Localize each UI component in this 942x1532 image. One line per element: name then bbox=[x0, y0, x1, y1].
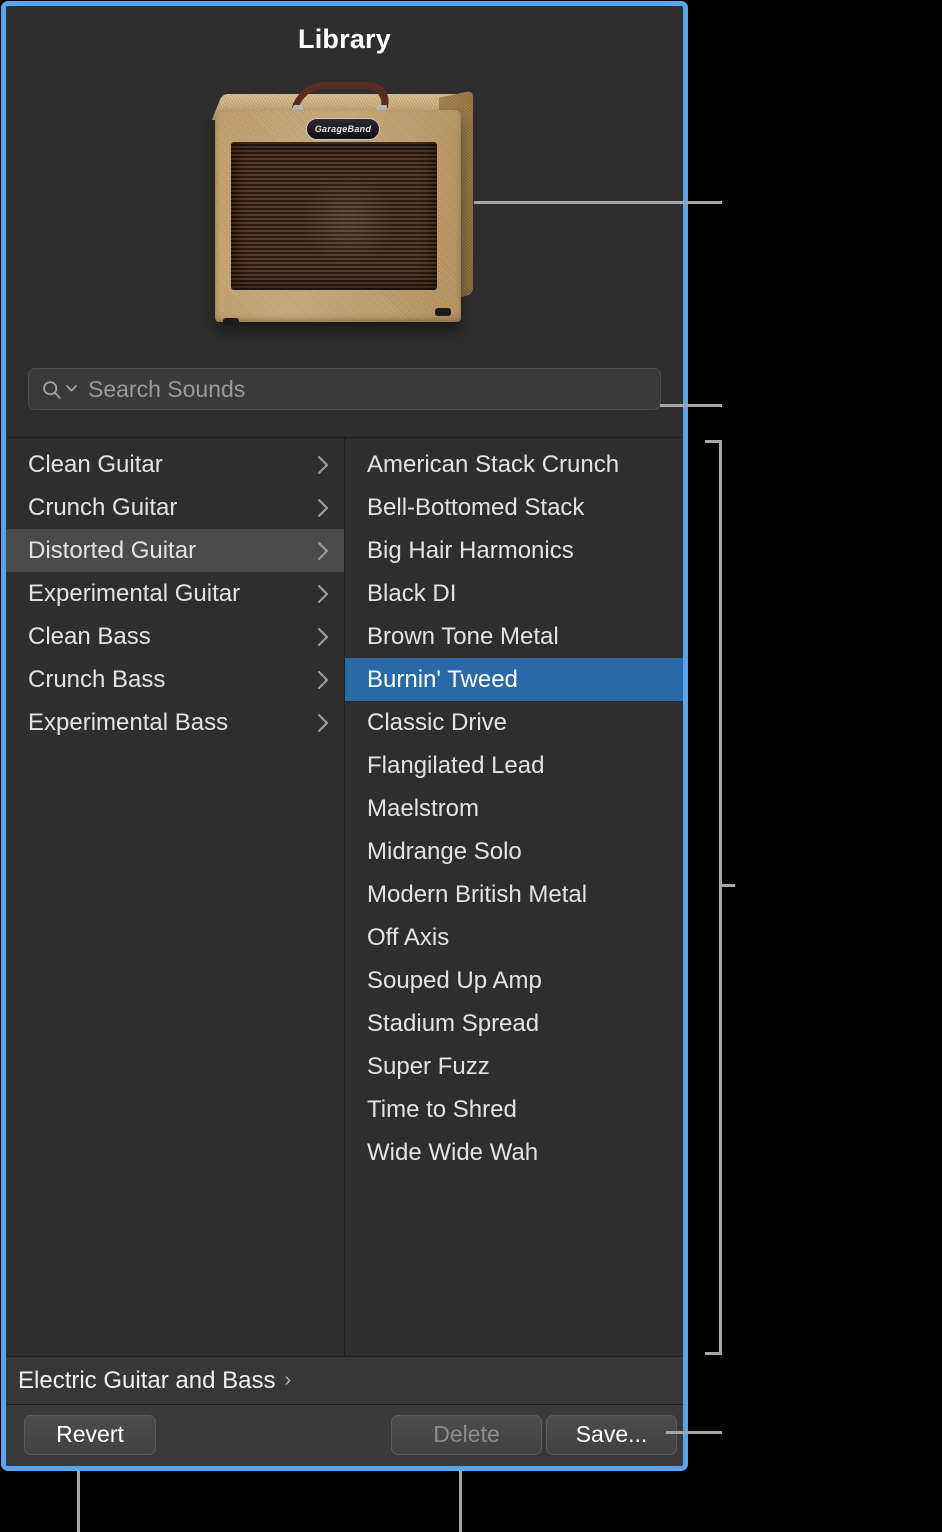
preset-row-label: Burnin' Tweed bbox=[367, 666, 671, 694]
preset-row-label: Off Axis bbox=[367, 924, 671, 952]
leader-bracket-browser bbox=[705, 440, 722, 1355]
preset-row[interactable]: Modern British Metal bbox=[345, 873, 683, 916]
category-row-label: Experimental Guitar bbox=[28, 580, 314, 608]
breadcrumb[interactable]: Electric Guitar and Bass › bbox=[6, 1356, 683, 1404]
preset-row-label: Souped Up Amp bbox=[367, 967, 671, 995]
preset-row-label: Flangilated Lead bbox=[367, 752, 671, 780]
chevron-right-icon bbox=[314, 624, 332, 650]
preset-row[interactable]: Wide Wide Wah bbox=[345, 1131, 683, 1174]
preset-row[interactable]: Brown Tone Metal bbox=[345, 615, 683, 658]
preset-row[interactable]: Souped Up Amp bbox=[345, 959, 683, 1002]
chevron-right-icon: › bbox=[284, 1369, 291, 1392]
revert-button[interactable]: Revert bbox=[24, 1415, 156, 1455]
preset-row-label: Stadium Spread bbox=[367, 1010, 671, 1038]
leader-line-search bbox=[660, 404, 722, 407]
preset-row-label: Modern British Metal bbox=[367, 881, 671, 909]
category-row-label: Experimental Bass bbox=[28, 709, 314, 737]
delete-button: Delete bbox=[391, 1415, 542, 1455]
breadcrumb-label: Electric Guitar and Bass bbox=[18, 1367, 275, 1395]
sound-browser: Clean Guitar Crunch Guitar Distorted Guita… bbox=[6, 437, 683, 1356]
library-panel: Library GarageBand bbox=[1, 1, 688, 1471]
chevron-right-icon bbox=[314, 710, 332, 736]
category-row[interactable]: Clean Guitar bbox=[6, 443, 344, 486]
category-row[interactable]: Crunch Guitar bbox=[6, 486, 344, 529]
category-row-label: Clean Bass bbox=[28, 623, 314, 651]
preset-row-label: Classic Drive bbox=[367, 709, 671, 737]
preset-column[interactable]: American Stack Crunch Bell-Bottomed Stack… bbox=[345, 438, 683, 1356]
category-row-label: Distorted Guitar bbox=[28, 537, 314, 565]
preset-row-label: Bell-Bottomed Stack bbox=[367, 494, 671, 522]
search-row bbox=[6, 368, 683, 410]
preset-row-label: Midrange Solo bbox=[367, 838, 671, 866]
preset-row[interactable]: American Stack Crunch bbox=[345, 443, 683, 486]
leader-line-revert bbox=[77, 1470, 80, 1532]
preset-row-label: Time to Shred bbox=[367, 1096, 671, 1124]
chevron-down-icon bbox=[65, 380, 78, 398]
category-row[interactable]: Distorted Guitar bbox=[6, 529, 344, 572]
preset-row-label: Black DI bbox=[367, 580, 671, 608]
category-row-label: Crunch Bass bbox=[28, 666, 314, 694]
save-button[interactable]: Save... bbox=[546, 1415, 677, 1455]
preset-row-label: American Stack Crunch bbox=[367, 451, 671, 479]
category-row[interactable]: Clean Bass bbox=[6, 615, 344, 658]
preset-row[interactable]: Time to Shred bbox=[345, 1088, 683, 1131]
preset-row-label: Super Fuzz bbox=[367, 1053, 671, 1081]
amp-foot bbox=[223, 318, 239, 326]
search-icon-group[interactable] bbox=[41, 379, 78, 400]
preset-row-label: Brown Tone Metal bbox=[367, 623, 671, 651]
screenshot-root: Library GarageBand bbox=[0, 0, 942, 1532]
page-title: Library bbox=[6, 6, 683, 68]
chevron-right-icon bbox=[314, 581, 332, 607]
amp-artwork-area: GarageBand bbox=[6, 68, 683, 368]
category-column[interactable]: Clean Guitar Crunch Guitar Distorted Guita… bbox=[6, 438, 345, 1356]
preset-row[interactable]: Flangilated Lead bbox=[345, 744, 683, 787]
search-field[interactable] bbox=[28, 368, 661, 410]
tweed-combo-amplifier-image: GarageBand bbox=[203, 80, 493, 340]
leader-line-browser bbox=[719, 884, 735, 887]
search-icon bbox=[41, 379, 62, 400]
category-row-label: Clean Guitar bbox=[28, 451, 314, 479]
amp-brand-badge: GarageBand bbox=[306, 118, 380, 140]
amp-handle bbox=[292, 82, 394, 108]
chevron-right-icon bbox=[314, 667, 332, 693]
chevron-right-icon bbox=[314, 538, 332, 564]
category-row-label: Crunch Guitar bbox=[28, 494, 314, 522]
chevron-right-icon bbox=[314, 495, 332, 521]
preset-row-label: Wide Wide Wah bbox=[367, 1139, 671, 1167]
preset-row-label: Big Hair Harmonics bbox=[367, 537, 671, 565]
search-input[interactable] bbox=[88, 376, 648, 403]
preset-row[interactable]: Big Hair Harmonics bbox=[345, 529, 683, 572]
preset-row[interactable]: Stadium Spread bbox=[345, 1002, 683, 1045]
preset-row[interactable]: Super Fuzz bbox=[345, 1045, 683, 1088]
chevron-right-icon bbox=[314, 452, 332, 478]
preset-row[interactable]: Off Axis bbox=[345, 916, 683, 959]
preset-row[interactable]: Bell-Bottomed Stack bbox=[345, 486, 683, 529]
category-row[interactable]: Experimental Guitar bbox=[6, 572, 344, 615]
category-row[interactable]: Experimental Bass bbox=[6, 701, 344, 744]
leader-line-save bbox=[666, 1431, 722, 1434]
preset-row-label: Maelstrom bbox=[367, 795, 671, 823]
amp-foot bbox=[435, 308, 451, 316]
button-bar: Revert Delete Save... bbox=[6, 1404, 683, 1466]
amp-speaker-grille bbox=[231, 142, 437, 290]
preset-row[interactable]: Maelstrom bbox=[345, 787, 683, 830]
leader-line-delete bbox=[459, 1470, 462, 1532]
preset-row[interactable]: Classic Drive bbox=[345, 701, 683, 744]
preset-row[interactable]: Burnin' Tweed bbox=[345, 658, 683, 701]
preset-row[interactable]: Black DI bbox=[345, 572, 683, 615]
preset-row[interactable]: Midrange Solo bbox=[345, 830, 683, 873]
leader-line-artwork bbox=[474, 201, 722, 204]
category-row[interactable]: Crunch Bass bbox=[6, 658, 344, 701]
